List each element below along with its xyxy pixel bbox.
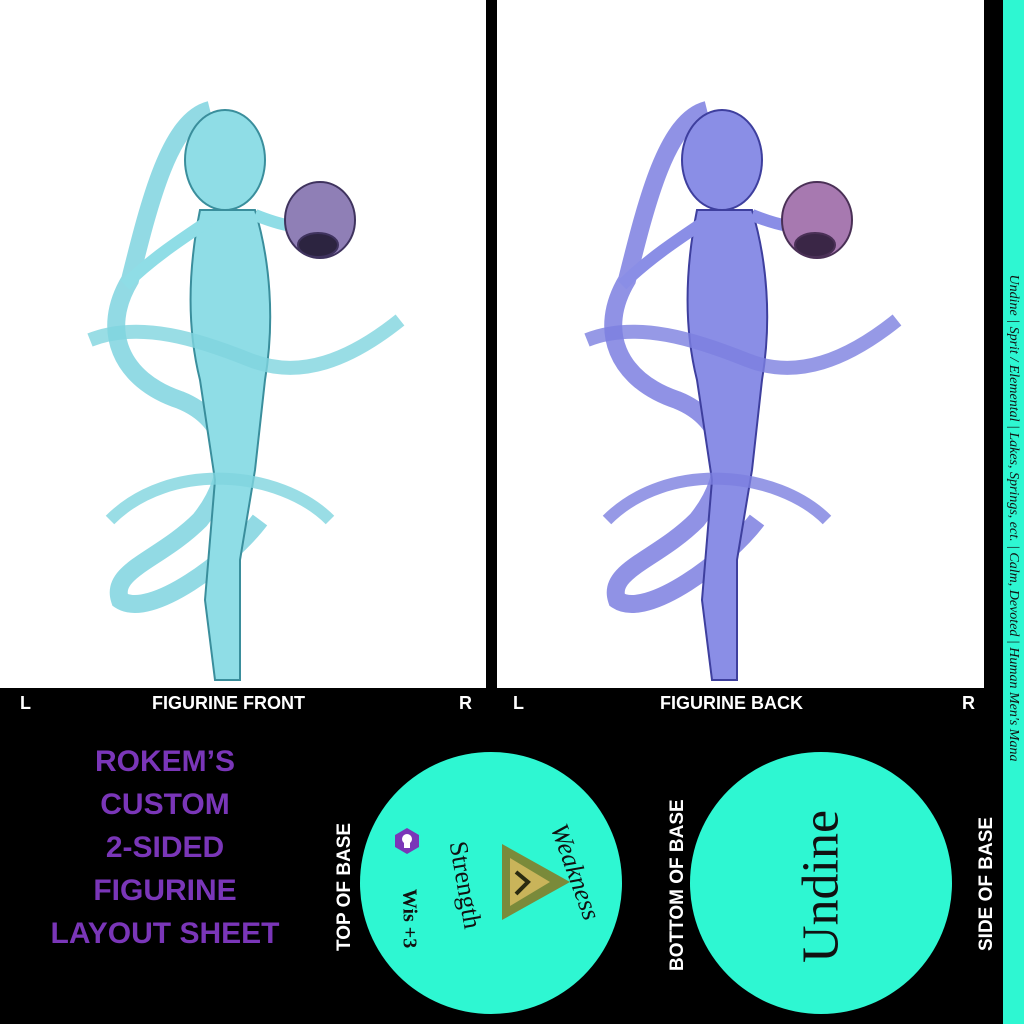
back-label: FIGURINE BACK	[660, 693, 803, 713]
undine-front-figure	[87, 101, 405, 681]
side-of-base-label: SIDE OF BASE	[976, 816, 997, 951]
figurine-front-panel	[0, 0, 486, 688]
undine-back-figure	[584, 101, 902, 681]
strength-text: Strength	[443, 839, 488, 931]
front-left-marker: L	[20, 693, 31, 713]
undine-name-text: Undine	[792, 809, 850, 964]
title-line: CUSTOM	[100, 788, 230, 821]
top-of-base-label: TOP OF BASE	[334, 822, 355, 951]
figurine-back-panel	[497, 0, 984, 688]
stat-text: Wis +3	[398, 888, 421, 949]
title-line: 2-SIDED	[105, 831, 225, 864]
top-of-base-circle: Wis +3 Strength Weakness	[360, 752, 622, 1014]
purple-hexagon-bulb-icon	[394, 827, 420, 860]
urn-back	[781, 181, 853, 259]
front-label: FIGURINE FRONT	[152, 693, 305, 713]
back-left-marker: L	[513, 693, 524, 713]
bottom-of-base-label: BOTTOM OF BASE	[667, 799, 688, 971]
sheet-title: ROKEM’S CUSTOM 2-SIDED FIGURINE LAYOUT S…	[20, 740, 310, 955]
title-line: ROKEM’S	[94, 745, 235, 778]
title-line: LAYOUT SHEET	[50, 917, 280, 950]
side-stripe-text: Undine | Sprit / Elemental | Lakes, Spri…	[1006, 274, 1021, 762]
back-right-marker: R	[962, 693, 975, 713]
urn-front	[284, 181, 356, 259]
front-right-marker: R	[459, 693, 472, 713]
bottom-of-base-circle: Undine	[690, 752, 952, 1014]
title-line: FIGURINE	[93, 874, 237, 907]
